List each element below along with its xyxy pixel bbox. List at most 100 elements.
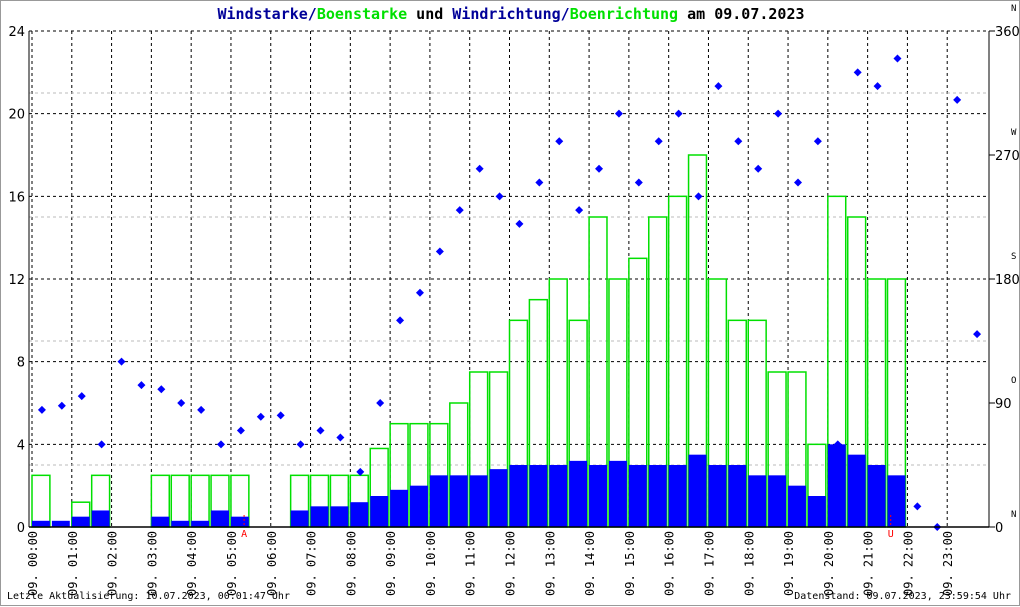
speed-bar [628,465,647,527]
y-left-tick-label: 24 [8,25,25,40]
speed-bar [449,475,468,527]
y-right-tick-label: 90 [995,397,1012,412]
x-tick-label: 09. 22:00 [901,531,915,596]
x-tick-label: 09. 20:00 [822,531,836,596]
compass-label: S [1011,252,1016,262]
x-tick-label: 09. 23:00 [941,531,955,596]
direction-point [157,385,166,394]
sun-marker-label: U [888,529,894,540]
x-tick-label: 09. 19:00 [782,531,796,596]
direction-point [455,206,464,215]
x-tick-label: 09. 06:00 [265,531,279,596]
speed-bar [788,485,806,527]
footer-last-update: Letzte Aktualisierung: 10.07.2023, 00:01… [7,591,290,602]
direction-point [734,137,743,146]
y-right-tick-label: 360 [995,25,1020,40]
speed-bar [728,465,747,527]
direction-point [435,247,444,256]
direction-point [535,178,544,187]
direction-point [614,109,623,118]
x-tick-label: 09. 10:00 [424,531,438,596]
direction-point [276,411,285,420]
direction-point [575,206,584,215]
speed-bar [51,520,70,527]
compass-label: N [1011,4,1016,14]
footer-data-status: Datenstand: 09.07.2023, 23:59:54 Uhr [794,591,1011,602]
speed-bar [230,516,249,527]
direction-point [913,502,922,511]
direction-point [555,137,564,146]
direction-point [396,316,405,325]
speed-bar [867,465,886,527]
speed-bar [549,465,568,527]
speed-bar [171,520,190,527]
direction-point [177,399,186,407]
direction-point [117,357,126,366]
gust-bar [31,474,51,528]
direction-point [256,412,265,421]
speed-bar [151,516,170,527]
direction-point [873,82,882,91]
x-tick-label: 09. 09:00 [384,531,398,596]
x-tick-label: 09. 07:00 [305,531,319,596]
x-tick-label: 09. 15:00 [623,531,637,596]
speed-bar [807,496,826,527]
direction-point [137,381,146,390]
y-right-tick-label: 270 [995,149,1020,164]
direction-point [415,288,424,297]
x-tick-label: 09. 11:00 [464,531,478,596]
speed-bar [847,454,866,527]
speed-bar [390,489,409,527]
x-tick-label: 09. 08:00 [344,531,358,596]
x-tick-label: 09. 04:00 [185,531,199,596]
x-tick-label: 09. 05:00 [225,531,239,596]
speed-bar [529,465,548,527]
chart-container: Windstarke/Boenstarke und Windrichtung/B… [0,0,1020,606]
x-tick-label: 09. 17:00 [702,531,716,596]
speed-bar [410,485,428,527]
speed-bar [708,465,727,527]
direction-point [97,440,106,449]
speed-bar [509,465,528,527]
direction-point [336,433,345,442]
direction-point [793,178,802,187]
y-left-tick-label: 20 [8,108,25,123]
speed-bar [748,475,767,527]
speed-bar [211,510,229,527]
speed-bar [827,444,846,527]
direction-point [694,192,703,201]
y-left-tick-label: 16 [8,190,25,205]
y-left-tick-label: 4 [17,438,25,453]
speed-bar [569,460,588,527]
speed-bar [648,465,667,527]
direction-point [853,68,862,77]
direction-point [893,54,902,63]
direction-point [754,164,763,173]
direction-point [714,82,723,91]
direction-point [953,95,962,104]
direction-point [77,392,86,401]
x-tick-label: 09. 12:00 [504,531,518,596]
direction-point [376,399,385,407]
y-left-tick-label: 0 [17,521,25,536]
x-tick-label: 09. 13:00 [543,531,557,596]
gust-bar [190,474,210,528]
x-tick-label: 09. 02:00 [106,531,120,596]
y-right-tick-label: 180 [995,273,1020,288]
compass-label: W [1011,128,1017,138]
speed-bar [489,469,508,527]
direction-point [57,401,66,410]
speed-bar [469,475,488,527]
direction-point [813,137,822,146]
speed-bar [608,460,627,527]
direction-point [197,405,206,414]
direction-point [316,426,325,435]
direction-point [595,164,604,173]
x-tick-label: 09. 03:00 [145,531,159,596]
x-tick-label: 09. 14:00 [583,531,597,596]
direction-point [634,178,643,187]
sun-marker-label: A [241,529,247,540]
speed-bar [768,475,787,527]
compass-label: N [1011,510,1016,520]
y-left-tick-label: 12 [8,273,25,288]
